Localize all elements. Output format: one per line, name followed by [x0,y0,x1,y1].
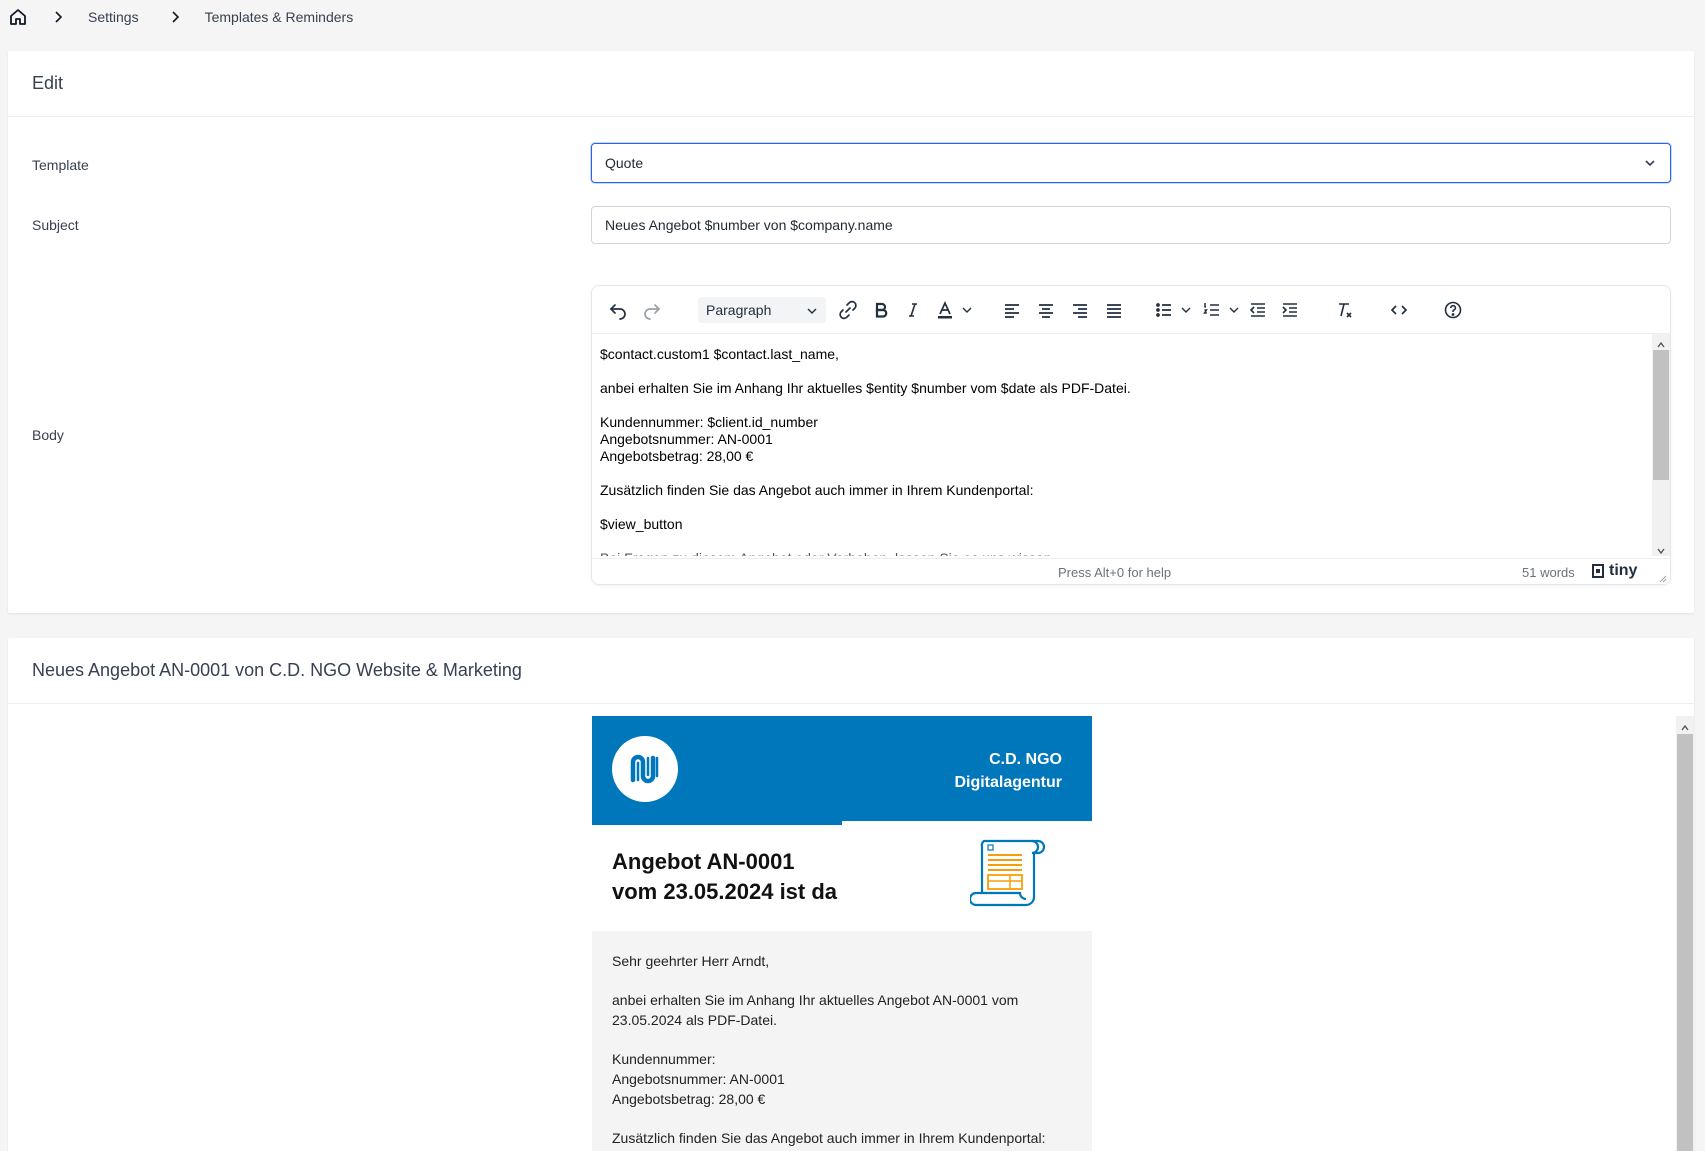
editor-line: Angebotsnummer: AN-0001 [600,431,773,447]
editor-blank-line [600,533,1646,550]
italic-icon[interactable] [901,298,925,322]
numbered-list-icon[interactable] [1200,298,1224,322]
editor-scrollbar[interactable] [1652,334,1670,556]
editor-line: Angebotsbetrag: 28,00 € [600,448,754,464]
chevron-down-icon[interactable] [1227,298,1241,322]
source-code-icon[interactable] [1387,298,1411,322]
editor-blank-line [600,363,1646,380]
align-justify-icon[interactable] [1102,298,1126,322]
email-customer-number: Kundennummer: [612,1051,716,1067]
company-logo [612,736,678,802]
editor-blank-line [600,397,1646,414]
text-color-icon[interactable] [933,298,957,322]
hero-title-line2: vom 23.05.2024 ist da [612,879,838,904]
chevron-down-icon[interactable] [960,298,974,322]
resize-handle-icon[interactable] [1657,571,1667,583]
block-format-value: Paragraph [706,302,772,318]
email-header: C.D. NGO Digitalagentur [592,716,1092,821]
chevron-down-icon[interactable] [1179,298,1193,322]
tiny-logo-icon [1592,564,1604,578]
editor-help-text: Press Alt+0 for help [1058,565,1172,580]
subject-input[interactable]: Neues Angebot $number von $company.name [591,206,1671,244]
align-right-icon[interactable] [1068,298,1092,322]
align-left-icon[interactable] [1000,298,1024,322]
editor-line: Zusätzlich finden Sie das Angebot auch i… [600,482,1034,498]
editor-line: $view_button [600,516,683,532]
undo-icon[interactable] [606,298,630,322]
editor-scrollbar-thumb[interactable] [1653,350,1669,480]
editor-line: Kundennummer: $client.id_number [600,414,818,430]
edit-card: Edit Template Quote Subject Neues Angebo… [8,51,1694,613]
chevron-down-icon [1642,155,1658,171]
scroll-up-icon[interactable] [1680,720,1690,731]
editor-line: Bei Fragen zu diesem Angebot oder Vorhab… [600,550,1646,556]
editor-blank-line [600,499,1646,516]
email-intro-line2: 23.05.2024 als PDF-Datei. [612,1012,777,1028]
document-scroll-icon [970,839,1046,907]
bold-icon[interactable] [869,298,893,322]
editor-line: anbei erhalten Sie im Anhang Ihr aktuell… [600,380,1131,396]
body-label: Body [32,427,64,443]
preview-card: Neues Angebot AN-0001 von C.D. NGO Websi… [8,638,1694,1151]
breadcrumb-templates-reminders[interactable]: Templates & Reminders [205,9,354,25]
scroll-down-icon[interactable] [1656,543,1666,555]
body-editor: Paragraph $contact.custom1 $contact.last… [591,285,1671,585]
indent-icon[interactable] [1278,298,1302,322]
link-icon[interactable] [836,298,860,322]
preview-scrollbar-thumb[interactable] [1677,734,1693,1151]
breadcrumb-settings[interactable]: Settings [88,9,139,25]
email-quote-number: Angebotsnummer: AN-0001 [612,1071,785,1087]
hero-title: Angebot AN-0001 vom 23.05.2024 ist da [612,847,837,907]
email-intro-line1: anbei erhalten Sie im Anhang Ihr aktuell… [612,992,1019,1008]
chevron-right-icon [167,9,183,25]
email-portal-line: Zusätzlich finden Sie das Angebot auch i… [612,1130,1046,1146]
company-name: C.D. NGO Digitalagentur [954,748,1062,794]
email-greeting: Sehr geehrter Herr Arndt, [612,953,770,969]
editor-toolbar: Paragraph [592,286,1670,334]
editor-blank-line [600,465,1646,482]
hero-title-line1: Angebot AN-0001 [612,849,795,874]
email-quote-amount: Angebotsbetrag: 28,00 € [612,1091,766,1107]
scroll-up-icon[interactable] [1656,337,1666,348]
email-hero: Angebot AN-0001 vom 23.05.2024 ist da [592,825,1092,931]
editor-line: $contact.custom1 $contact.last_name, [600,346,839,362]
outdent-icon[interactable] [1246,298,1270,322]
email-template: C.D. NGO Digitalagentur Angebot AN-0001 … [592,716,1092,1151]
preview-title: Neues Angebot AN-0001 von C.D. NGO Websi… [8,638,1694,704]
clear-formatting-icon[interactable] [1332,298,1356,322]
redo-icon[interactable] [640,298,664,322]
subject-input-value: Neues Angebot $number von $company.name [605,217,893,233]
subject-label: Subject [32,217,79,233]
home-icon[interactable] [8,7,28,27]
tiny-branding[interactable]: tiny [1590,562,1637,580]
bullet-list-icon[interactable] [1152,298,1176,322]
edit-card-title: Edit [8,51,1694,117]
template-select-value: Quote [605,155,644,171]
email-preview: C.D. NGO Digitalagentur Angebot AN-0001 … [8,704,1694,1151]
template-label: Template [32,157,89,173]
company-name-line1: C.D. NGO [989,751,1062,768]
chevron-down-icon [806,304,818,316]
help-icon[interactable] [1441,298,1465,322]
ngo-logo-icon [630,754,659,784]
block-format-select[interactable]: Paragraph [698,297,826,323]
template-select[interactable]: Quote [591,143,1671,183]
editor-statusbar: Press Alt+0 for help 51 words tiny [592,558,1670,584]
word-count[interactable]: 51 words [1522,565,1575,580]
align-center-icon[interactable] [1034,298,1058,322]
preview-scrollbar[interactable] [1676,716,1694,1151]
email-body: Sehr geehrter Herr Arndt, anbei erhalten… [592,931,1092,1151]
editor-content[interactable]: $contact.custom1 $contact.last_name, anb… [592,334,1654,556]
tiny-brand-text: tiny [1609,562,1638,579]
chevron-right-icon [50,9,66,25]
company-name-line2: Digitalagentur [954,774,1062,791]
breadcrumb: Settings Templates & Reminders [8,6,353,28]
